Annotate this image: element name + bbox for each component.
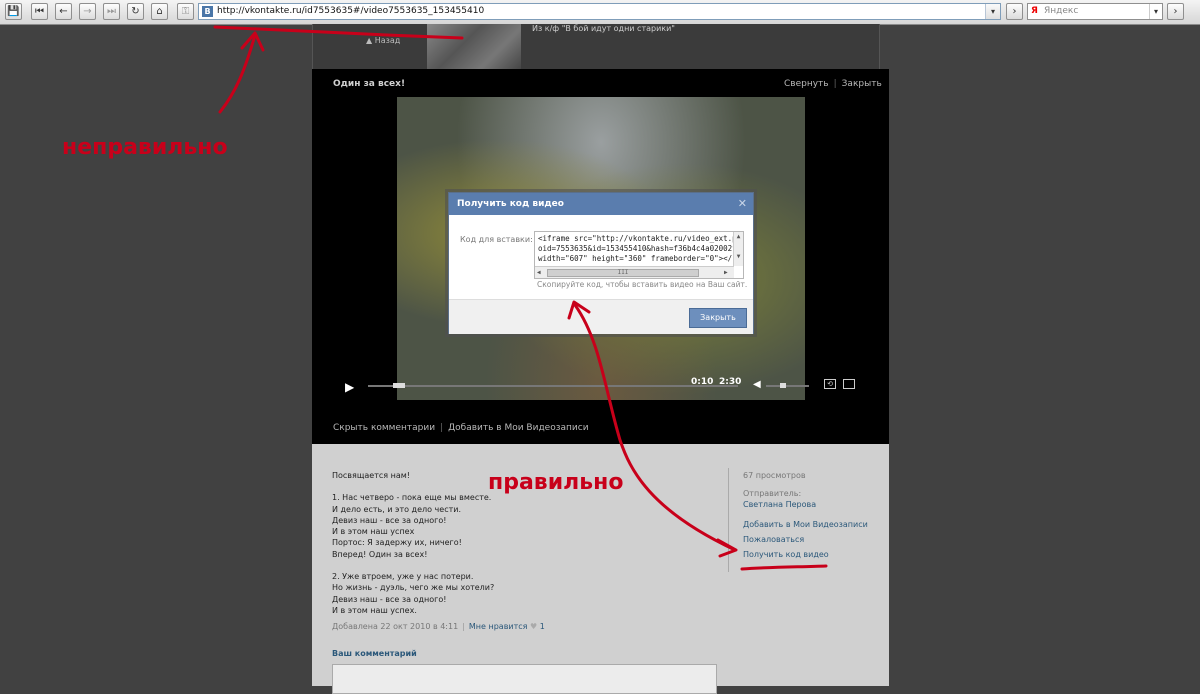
get-code-underline-stroke [740, 564, 828, 571]
right-arrowhead-bottom-stroke [716, 538, 738, 558]
right-arrow-stroke [573, 303, 737, 552]
wrong-arrow-stroke [218, 33, 257, 114]
annotation-ink [213, 25, 828, 571]
